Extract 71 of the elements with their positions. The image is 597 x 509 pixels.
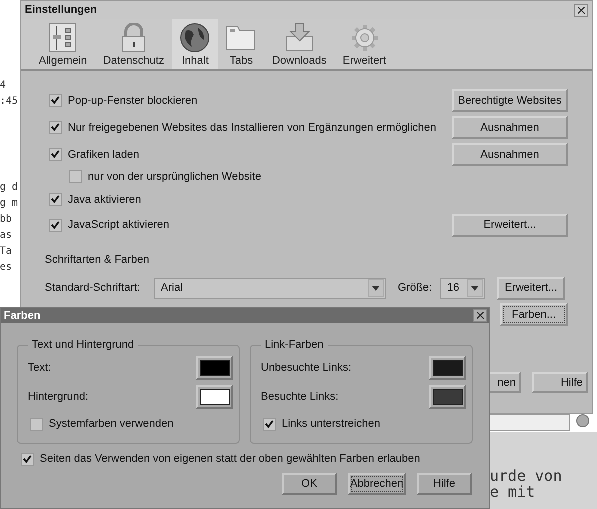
close-icon: [578, 6, 584, 14]
checkbox-label: nur von der ursprünglichen Website: [88, 170, 262, 182]
dialog-button[interactable]: Ausnahmen: [452, 116, 568, 139]
section-heading: Schriftarten & Farben: [45, 254, 150, 266]
checkbox[interactable]: [21, 452, 34, 466]
color-label: Unbesuchte Links:: [261, 362, 352, 374]
dialog-button[interactable]: Berechtigte Websites: [452, 89, 568, 112]
checkbox[interactable]: [49, 94, 62, 107]
checkbox-label: JavaScript aktivieren: [68, 219, 170, 231]
sliders-icon: [49, 23, 78, 53]
page-text: as: [0, 229, 14, 243]
page-text: es: [0, 261, 14, 275]
checkbox[interactable]: [69, 170, 82, 183]
dialog-button[interactable]: Erweitert...: [452, 214, 568, 236]
dialog-title: Farben: [4, 310, 41, 322]
toolbar-tab[interactable]: Allgemein: [31, 19, 96, 69]
color-picker[interactable]: [196, 384, 233, 408]
download-icon: [284, 23, 315, 53]
checkbox[interactable]: [263, 418, 276, 430]
close-button[interactable]: [473, 309, 487, 322]
toolbar-tab[interactable]: Inhalt: [172, 19, 218, 69]
font-select[interactable]: Arial: [154, 278, 386, 298]
dialog-button[interactable]: Hilfe: [532, 372, 588, 393]
color-label: Besuchte Links:: [261, 390, 339, 402]
page-text: g m: [0, 197, 18, 211]
checkbox[interactable]: [30, 418, 43, 430]
toolbar-tab[interactable]: Erweitert: [334, 19, 394, 69]
page-text: e mit: [490, 484, 536, 500]
checkbox[interactable]: [49, 148, 62, 161]
checkbox[interactable]: [49, 193, 62, 206]
close-button[interactable]: [574, 4, 588, 16]
window-title: Einstellungen: [25, 4, 98, 16]
color-picker[interactable]: [196, 356, 233, 380]
circle-icon[interactable]: [576, 414, 590, 428]
page-text: 4: [0, 79, 8, 93]
gear-icon: [350, 23, 380, 53]
checkbox-label: Nur freigegebenen Websites das Installieren von Ergänzungen ermöglichen: [68, 122, 437, 134]
toolbar-tab[interactable]: Datenschutz: [95, 19, 172, 69]
checkbox[interactable]: [49, 218, 62, 232]
checkbox-label: Java aktivieren: [68, 194, 142, 206]
page-text: urde von: [490, 468, 562, 484]
dialog-button[interactable]: Hilfe: [417, 473, 472, 495]
dialog-button[interactable]: OK: [282, 473, 337, 495]
dialog-button[interactable]: Erweitert...: [497, 276, 566, 300]
field-label: Standard-Schriftart:: [45, 282, 142, 294]
color-picker[interactable]: [429, 356, 466, 380]
dialog-button[interactable]: Farben...: [500, 303, 568, 326]
group-legend: Link-Farben: [261, 339, 328, 351]
checkbox-label: Systemfarben verwenden: [49, 418, 174, 430]
dialog-button[interactable]: Ausnahmen: [452, 143, 568, 166]
globe-icon: [180, 23, 210, 53]
checkbox-label: Links unterstreichen: [282, 418, 380, 430]
size-select[interactable]: 16: [440, 278, 486, 298]
padlock-icon: [120, 23, 148, 53]
toolbar-tab[interactable]: Tabs: [218, 19, 264, 69]
color-picker[interactable]: [429, 384, 466, 408]
field-label: Größe:: [398, 282, 432, 294]
checkbox-label: Seiten das Verwenden von eigenen statt der oben gewählten Farben erlauben: [40, 453, 420, 465]
page-text: bb: [0, 213, 14, 227]
color-label: Text:: [28, 362, 52, 374]
toolbar-tab[interactable]: Downloads: [264, 19, 335, 69]
page-text: g d: [0, 181, 18, 195]
dialog-button[interactable]: Abbrechen: [348, 473, 406, 495]
checkbox[interactable]: [49, 121, 62, 134]
checkbox-label: Pop-up-Fenster blockieren: [68, 94, 198, 106]
checkbox-label: Grafiken laden: [68, 148, 140, 160]
page-text: :45: [0, 95, 18, 109]
group-legend: Text und Hintergrund: [28, 339, 138, 351]
close-icon: [476, 312, 484, 319]
color-label: Hintergrund:: [28, 390, 89, 402]
page-text: Ta: [0, 245, 14, 259]
